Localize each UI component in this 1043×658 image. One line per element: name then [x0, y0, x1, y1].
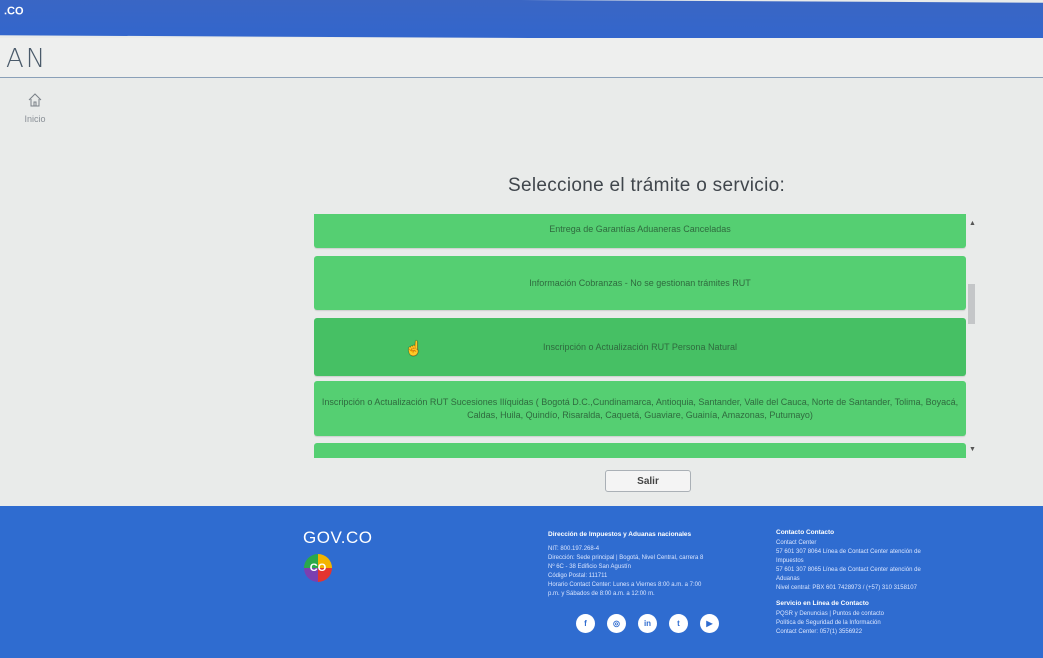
footer-link[interactable]: Política de Seguridad de la Información [776, 619, 976, 628]
co-colombia-logo: CO [304, 554, 332, 582]
social-links: f ◎ in t ▶ [576, 614, 719, 633]
youtube-icon[interactable]: ▶ [700, 614, 719, 633]
footer-contact-info: Dirección de Impuestos y Aduanas naciona… [548, 530, 728, 599]
twitter-icon[interactable]: t [669, 614, 688, 633]
footer-contact-center: Contacto Contacto Contact Center 57 601 … [776, 528, 976, 637]
service-item[interactable]: Información Cobranzas - No se gestionan … [314, 256, 966, 310]
sidebar: Inicio [0, 80, 60, 505]
footer: GOV.CO CO Dirección de Impuestos y Aduan… [0, 506, 1043, 658]
scroll-thumb[interactable] [968, 284, 975, 324]
govco-mini-label: .CO [4, 5, 24, 18]
list-scrollbar[interactable]: ▲ ▼ [966, 214, 978, 458]
footer-heading: Servicio en Línea de Contacto [776, 600, 869, 607]
sidebar-item-label: Inicio [24, 114, 46, 124]
footer-heading: Contacto Contacto [776, 529, 835, 536]
hand-cursor-icon: ☝ [405, 340, 423, 356]
service-item[interactable] [314, 443, 966, 458]
page-title: Seleccione el trámite o servicio: [508, 175, 786, 196]
header: AN [0, 38, 1043, 78]
top-bar: .CO [0, 0, 1043, 41]
govco-logo: GOV.CO [303, 528, 373, 547]
exit-button[interactable]: Salir [605, 470, 691, 492]
brand-logo: AN [6, 44, 48, 74]
linkedin-icon[interactable]: in [638, 614, 657, 633]
scroll-down-icon[interactable]: ▼ [969, 446, 976, 453]
footer-link[interactable]: PQSR y Denuncias | Puntos de contacto [776, 610, 976, 619]
service-item[interactable]: Entrega de Garantías Aduaneras Cancelada… [314, 214, 966, 248]
service-list: Entrega de Garantías Aduaneras Cancelada… [314, 214, 966, 458]
service-item[interactable]: Inscripción o Actualización RUT Sucesion… [314, 381, 966, 436]
scroll-up-icon[interactable]: ▲ [969, 220, 976, 227]
sidebar-item-home[interactable]: Inicio [22, 92, 48, 136]
footer-heading: Dirección de Impuestos y Aduanas naciona… [548, 531, 692, 538]
home-icon [28, 93, 42, 107]
instagram-icon[interactable]: ◎ [607, 614, 626, 633]
facebook-icon[interactable]: f [576, 614, 595, 633]
